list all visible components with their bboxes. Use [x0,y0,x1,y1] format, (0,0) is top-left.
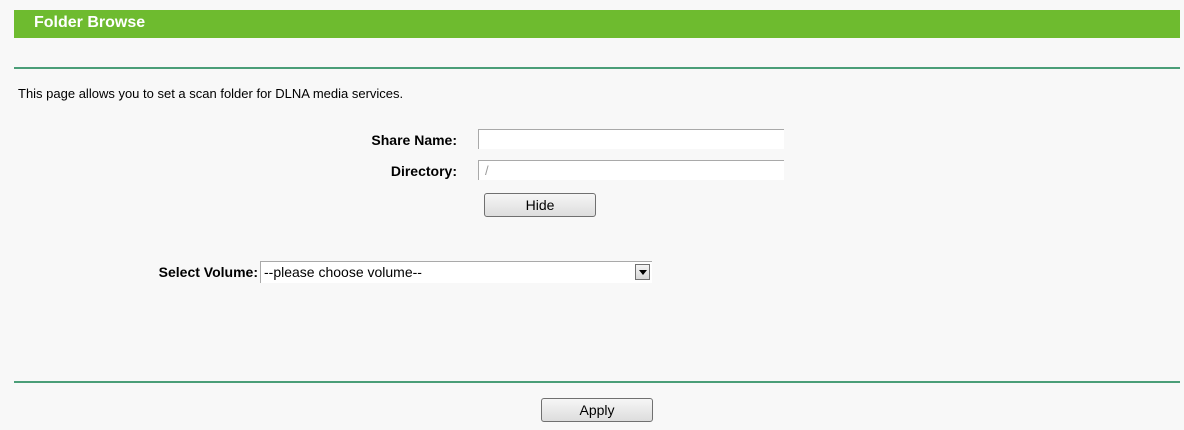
share-name-label: Share Name: [371,132,457,148]
hide-button[interactable]: Hide [484,193,596,217]
page-title-bar: Folder Browse [14,10,1180,38]
top-divider [14,67,1180,69]
select-volume-dropdown[interactable]: --please choose volume-- [260,261,652,283]
page-description: This page allows you to set a scan folde… [18,86,404,101]
chevron-down-icon [639,270,647,275]
dropdown-button[interactable] [635,264,650,280]
apply-button[interactable]: Apply [541,398,653,422]
select-volume-label: Select Volume: [158,264,258,280]
page-title: Folder Browse [34,14,146,31]
directory-input[interactable] [478,160,784,180]
folder-browse-page: Folder Browse This page allows you to se… [0,0,1184,430]
share-name-input[interactable] [478,129,784,149]
select-volume-value: --please choose volume-- [264,264,422,280]
bottom-divider [14,381,1180,383]
directory-label: Directory: [390,163,457,179]
